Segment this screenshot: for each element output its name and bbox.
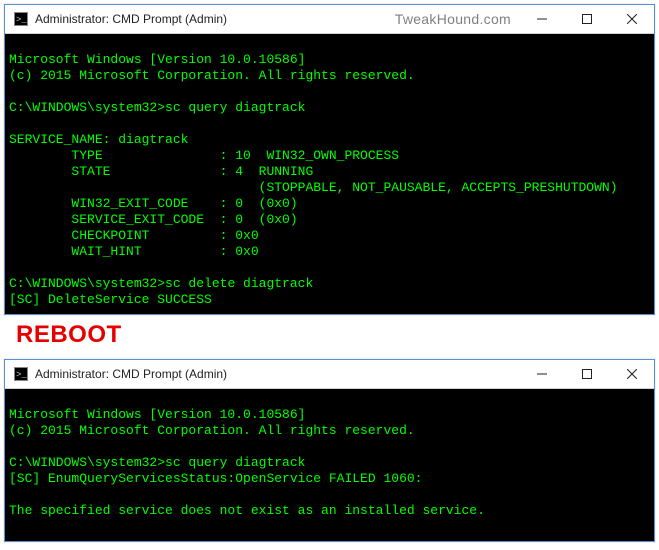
cmd-icon: >_ <box>13 366 29 382</box>
cmd-icon: >_ <box>13 11 29 27</box>
output-line: SERVICE_NAME: diagtrack <box>9 132 188 147</box>
output-line: The specified service does not exist as … <box>9 503 485 518</box>
window-title: Administrator: CMD Prompt (Admin) <box>35 12 227 26</box>
output-line: TYPE : 10 WIN32_OWN_PROCESS <box>9 148 399 163</box>
svg-text:>_: >_ <box>16 370 27 380</box>
output-line: (STOPPABLE, NOT_PAUSABLE, ACCEPTS_PRESHU… <box>9 180 618 195</box>
maximize-button[interactable] <box>564 360 609 388</box>
close-button[interactable] <box>609 360 654 388</box>
maximize-button[interactable] <box>564 5 609 33</box>
close-button[interactable] <box>609 5 654 33</box>
titlebar[interactable]: >_ Administrator: CMD Prompt (Admin) Twe… <box>5 5 654 34</box>
terminal-output[interactable]: Microsoft Windows [Version 10.0.10586] (… <box>5 389 654 541</box>
cmd-window-2: >_ Administrator: CMD Prompt (Admin) Mic… <box>4 359 655 542</box>
output-line: STATE : 4 RUNNING <box>9 164 313 179</box>
prompt: C:\WINDOWS\system32> <box>9 455 165 470</box>
reboot-label: REBOOT <box>16 321 655 349</box>
output-line: [SC] DeleteService SUCCESS <box>9 292 212 307</box>
watermark: TweakHound.com <box>395 11 519 27</box>
window-title: Administrator: CMD Prompt (Admin) <box>35 367 227 381</box>
prompt: C:\WINDOWS\system32> <box>9 276 165 291</box>
output-line: [SC] EnumQueryServicesStatus:OpenService… <box>9 471 422 486</box>
output-line: SERVICE_EXIT_CODE : 0 (0x0) <box>9 212 298 227</box>
terminal-output[interactable]: Microsoft Windows [Version 10.0.10586] (… <box>5 34 654 314</box>
minimize-button[interactable] <box>519 5 564 33</box>
command-input: sc delete diagtrack <box>165 276 313 291</box>
command-input: sc query diagtrack <box>165 455 305 470</box>
prompt: C:\WINDOWS\system32> <box>9 100 165 115</box>
output-line: CHECKPOINT : 0x0 <box>9 228 259 243</box>
output-line: (c) 2015 Microsoft Corporation. All righ… <box>9 423 415 438</box>
svg-text:>_: >_ <box>16 15 27 25</box>
minimize-button[interactable] <box>519 360 564 388</box>
output-line: (c) 2015 Microsoft Corporation. All righ… <box>9 68 415 83</box>
window-controls <box>519 5 654 33</box>
command-input: sc query diagtrack <box>165 100 305 115</box>
output-line: WAIT_HINT : 0x0 <box>9 244 259 259</box>
cmd-window-1: >_ Administrator: CMD Prompt (Admin) Twe… <box>4 4 655 315</box>
window-controls <box>519 360 654 388</box>
output-line: WIN32_EXIT_CODE : 0 (0x0) <box>9 196 298 211</box>
output-line: Microsoft Windows [Version 10.0.10586] <box>9 407 305 422</box>
output-line: Microsoft Windows [Version 10.0.10586] <box>9 52 305 67</box>
titlebar[interactable]: >_ Administrator: CMD Prompt (Admin) <box>5 360 654 389</box>
